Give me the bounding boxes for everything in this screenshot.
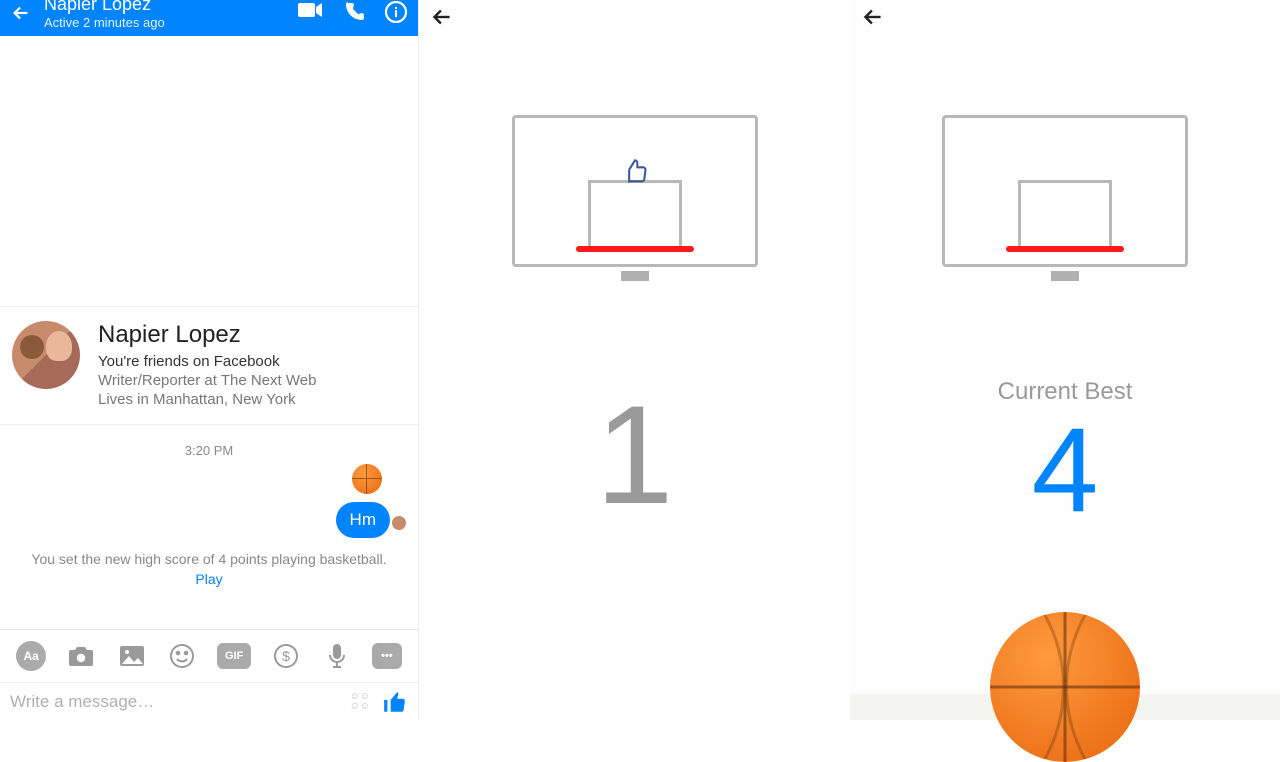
current-best-label: Current Best	[850, 378, 1280, 406]
gallery-icon[interactable]	[117, 641, 147, 671]
svg-text:HD: HD	[356, 3, 364, 9]
more-icon[interactable]: •••	[372, 643, 402, 669]
contact-profile-card[interactable]: Napier Lopez You're friends on Facebook …	[0, 306, 418, 425]
chat-contact-name: Napier Lopez	[44, 0, 298, 15]
emoji-grid-icon[interactable]: ☺☺☺☺	[350, 692, 370, 712]
video-call-icon[interactable]	[298, 0, 324, 20]
voice-call-icon[interactable]: HD	[342, 0, 366, 24]
compose-toolbar: Aa GIF $ •••	[0, 629, 418, 682]
profile-location-line: Lives in Manhattan, New York	[98, 391, 316, 408]
voice-clip-icon[interactable]	[322, 641, 352, 671]
game-pane-playing[interactable]: 1	[419, 0, 850, 720]
like-icon[interactable]	[382, 689, 408, 715]
back-arrow-icon[interactable]	[429, 4, 455, 30]
basketball-hoop	[942, 115, 1188, 281]
gif-icon[interactable]: GIF	[217, 643, 251, 669]
info-icon[interactable]	[384, 0, 408, 24]
svg-text:$: $	[282, 648, 290, 664]
profile-name: Napier Lopez	[98, 321, 316, 349]
current-score: 1	[419, 385, 850, 525]
basketball-icon[interactable]	[990, 612, 1140, 762]
current-best-value: 4	[850, 410, 1280, 530]
compose-bar: ☺☺☺☺	[0, 682, 418, 720]
back-arrow-icon[interactable]	[10, 0, 32, 24]
thumbs-up-icon	[621, 158, 649, 186]
camera-icon[interactable]	[66, 641, 96, 671]
emoji-icon[interactable]	[167, 641, 197, 671]
play-link[interactable]: Play	[195, 571, 222, 587]
payment-icon[interactable]: $	[271, 641, 301, 671]
game-pane-best[interactable]: Current Best 4	[850, 0, 1280, 720]
profile-friends-line: You're friends on Facebook	[98, 353, 316, 370]
message-input[interactable]	[10, 692, 350, 712]
basketball-hoop	[512, 115, 758, 281]
sent-message-bubble[interactable]: Hm	[336, 502, 390, 538]
basketball-emoji-message[interactable]	[352, 464, 382, 494]
messenger-pane: Napier Lopez Active 2 minutes ago HD	[0, 0, 419, 720]
avatar	[12, 321, 80, 389]
chat-contact-status: Active 2 minutes ago	[44, 15, 298, 30]
high-score-system-message: You set the new high score of 4 points p…	[0, 550, 418, 603]
text-format-icon[interactable]: Aa	[16, 641, 46, 671]
message-timestamp: 3:20 PM	[0, 425, 418, 464]
chat-header: Napier Lopez Active 2 minutes ago HD	[0, 0, 418, 36]
read-receipt-avatar	[392, 516, 406, 530]
back-arrow-icon[interactable]	[860, 4, 886, 30]
profile-job-line: Writer/Reporter at The Next Web	[98, 372, 316, 389]
